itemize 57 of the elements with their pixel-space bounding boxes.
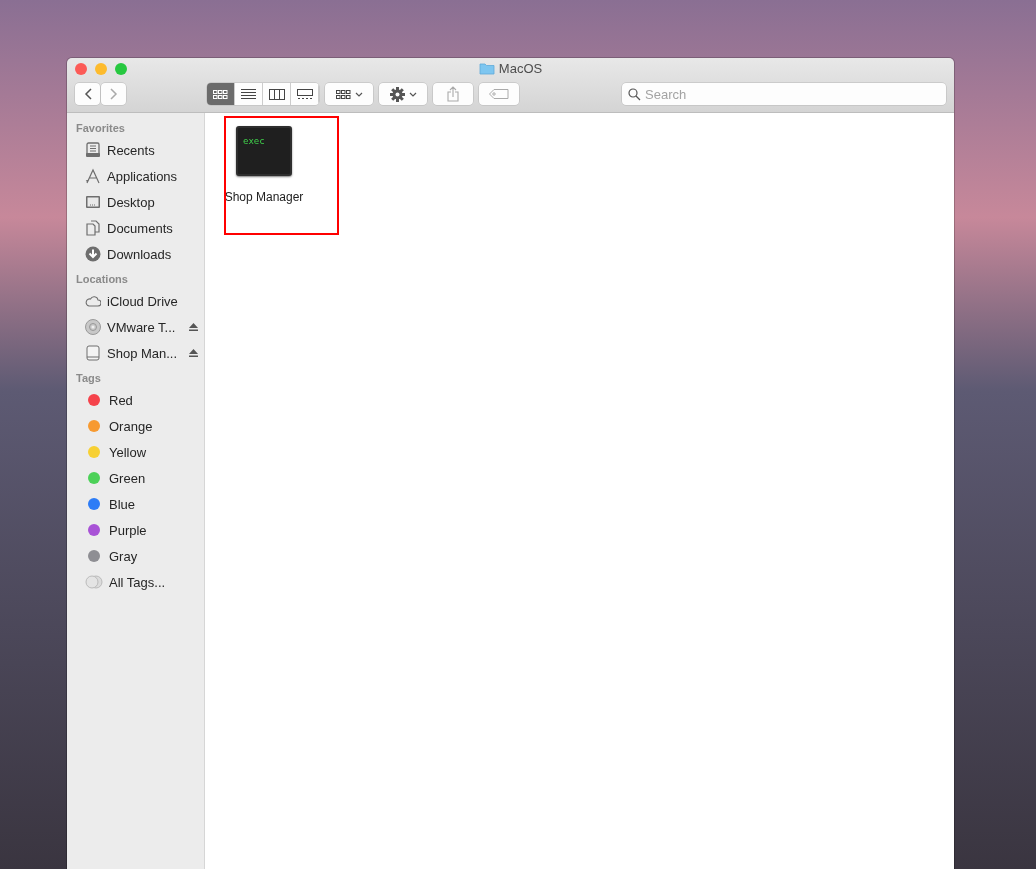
list-view-button[interactable]: [235, 83, 263, 105]
sidebar-item[interactable]: Downloads: [76, 241, 204, 267]
compass-icon: [85, 168, 101, 184]
sidebar-item[interactable]: Blue: [76, 491, 204, 517]
sidebar-item[interactable]: Gray: [76, 543, 204, 569]
eject-icon[interactable]: [189, 349, 198, 357]
search-icon: [628, 88, 641, 101]
icon-label: exec: [243, 136, 265, 146]
disc-icon: [85, 319, 101, 335]
cloud-icon: [85, 293, 101, 309]
sidebar-item[interactable]: Purple: [76, 517, 204, 543]
sidebar-item[interactable]: Applications: [76, 163, 204, 189]
eject-icon[interactable]: [189, 323, 198, 331]
sidebar-item[interactable]: iCloud Drive: [76, 288, 204, 314]
gallery-view-button[interactable]: [291, 83, 319, 105]
tray-icon: [85, 142, 101, 158]
settings-icon: [389, 86, 405, 102]
section-heading: Tags: [76, 372, 102, 386]
back-button[interactable]: [75, 83, 100, 105]
action-button[interactable]: [379, 83, 427, 105]
arrange-button[interactable]: [325, 83, 373, 105]
search-field[interactable]: Search: [622, 83, 946, 105]
sidebar-item[interactable]: VMware T...: [76, 314, 204, 340]
monitor-icon: [85, 194, 101, 210]
section-heading: Locations: [76, 273, 129, 287]
caret-icon: [408, 91, 417, 97]
sidebar-item[interactable]: Yellow: [76, 439, 204, 465]
icon-view-icon: [213, 89, 228, 99]
documents-icon: [85, 220, 101, 236]
drive-icon: [85, 345, 101, 361]
sidebar-item[interactable]: Orange: [76, 413, 204, 439]
terminal-file-icon[interactable]: exec: [236, 126, 292, 176]
caret-icon: [354, 91, 363, 97]
tag-icon: [489, 89, 509, 99]
sidebar-item[interactable]: Recents: [76, 137, 204, 163]
folder-icon: [478, 62, 495, 75]
sidebar-item[interactable]: Green: [76, 465, 204, 491]
file-name: Shop Manager: [224, 190, 304, 204]
chevron-right-icon: [109, 88, 118, 100]
section-heading: Favorites: [76, 122, 126, 136]
icon-view-button[interactable]: [207, 83, 235, 105]
window-title: MacOS: [498, 61, 543, 76]
grid-icon: [335, 89, 351, 99]
chevron-left-icon: [83, 88, 92, 100]
sidebar-item[interactable]: All Tags...: [76, 569, 204, 595]
list-view-icon: [241, 88, 256, 100]
download-icon: [85, 246, 101, 262]
column-view-icon: [268, 88, 285, 100]
column-view-button[interactable]: [263, 83, 291, 105]
sidebar-item[interactable]: Desktop: [76, 189, 204, 215]
sidebar-item[interactable]: Shop Man...: [76, 340, 204, 366]
sidebar-item[interactable]: Red: [76, 387, 204, 413]
gallery-view-icon: [296, 88, 313, 100]
sidebar-item[interactable]: Documents: [76, 215, 204, 241]
overlapping-circles-icon: [85, 575, 103, 589]
close-button[interactable]: [75, 63, 87, 75]
share-icon: [447, 86, 459, 102]
